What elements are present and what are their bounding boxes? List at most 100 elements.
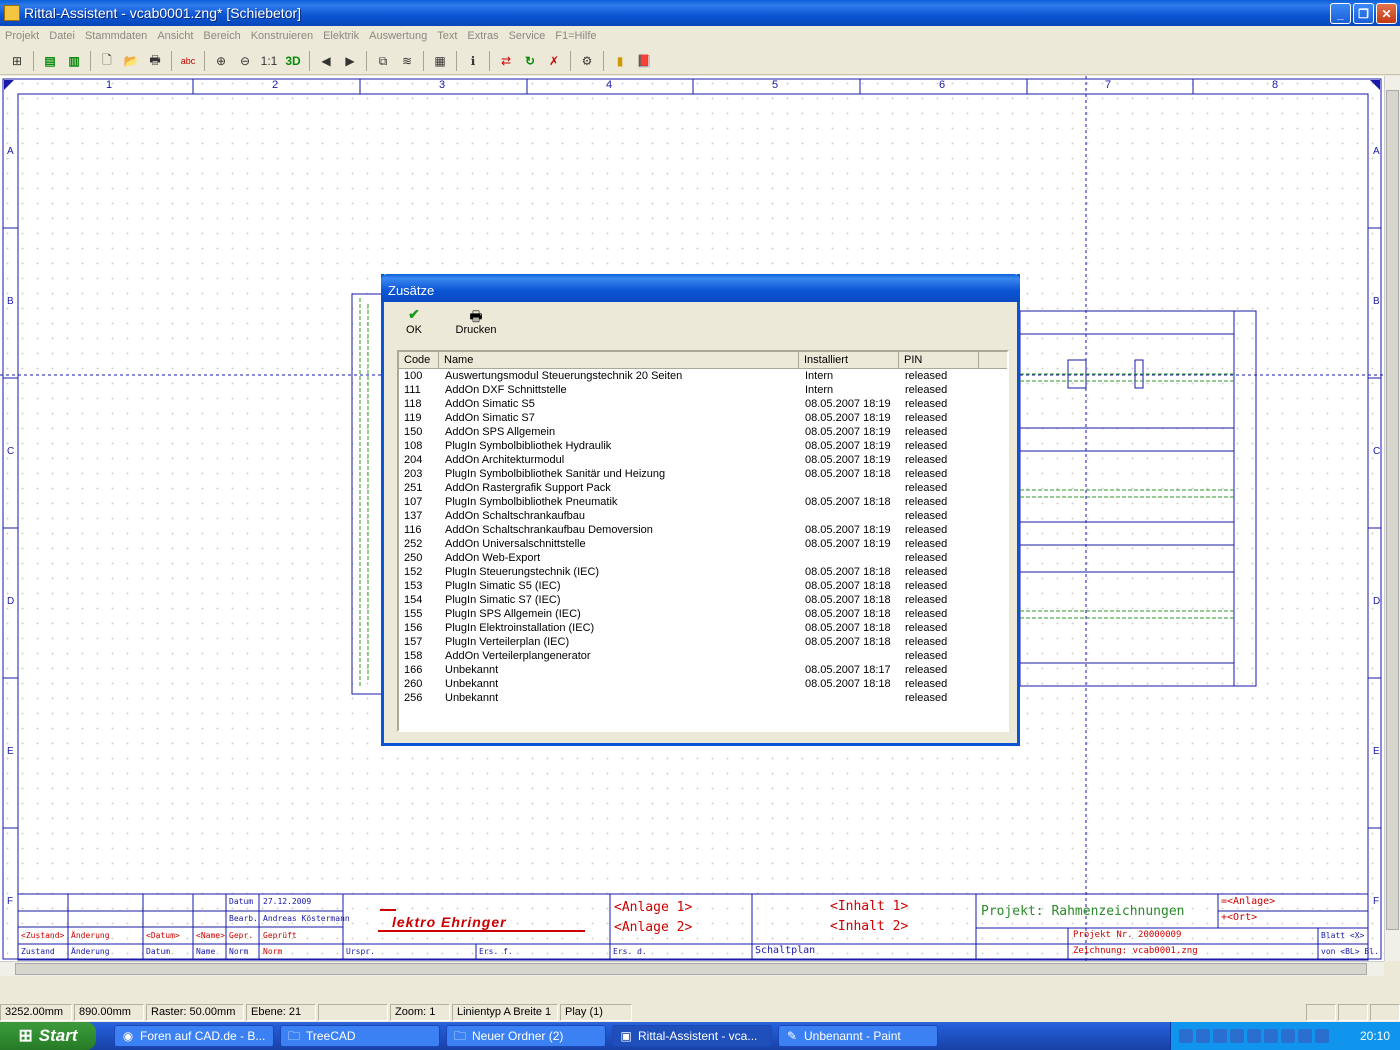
status-field: Ebene: 21	[246, 1003, 316, 1021]
list-item[interactable]: 256 Unbekannt released	[399, 691, 1007, 705]
menu-item-10[interactable]: Service	[509, 30, 546, 42]
column-header-code[interactable]: Code	[399, 352, 439, 368]
menu-item-2[interactable]: Stammdaten	[85, 30, 147, 42]
close-button[interactable]: ✕	[1376, 3, 1397, 24]
installed-cell: 08.05.2007 18:18	[805, 496, 891, 508]
layers-icon[interactable]: ≋	[396, 50, 418, 72]
info-icon[interactable]: ℹ	[462, 50, 484, 72]
menu-item-0[interactable]: Projekt	[5, 30, 39, 42]
list-item[interactable]: 203 PlugIn Symbolbibliothek Sanitär und H…	[399, 467, 1007, 481]
taskbar-item-label: Foren auf CAD.de - B...	[140, 1029, 266, 1043]
taskbar-item[interactable]: ◉ Foren auf CAD.de - B...	[114, 1025, 274, 1047]
zoom-1to1-button[interactable]: 1:1	[258, 50, 280, 72]
restore-button[interactable]: ❐	[1353, 3, 1374, 24]
list-item[interactable]: 154 PlugIn Simatic S7 (IEC) 08.05.2007 18:…	[399, 593, 1007, 607]
menu-item-9[interactable]: Extras	[467, 30, 498, 42]
menu-item-7[interactable]: Auswertung	[369, 30, 427, 42]
project-open-icon[interactable]: ▥	[63, 50, 85, 72]
list-item[interactable]: 204 AddOn Architekturmodul 08.05.2007 18:1…	[399, 453, 1007, 467]
taskbar-item[interactable]: 🗀 TreeCAD	[280, 1025, 440, 1047]
ok-button[interactable]: ✔ OK	[392, 306, 436, 342]
menu-item-4[interactable]: Bereich	[203, 30, 240, 42]
taskbar-item[interactable]: 🗀 Neuer Ordner (2)	[446, 1025, 606, 1047]
insert-icon[interactable]: ▮	[609, 50, 631, 72]
print-icon[interactable]: 🖶	[144, 50, 166, 72]
taskbar-item[interactable]: ✎ Unbenannt - Paint	[778, 1025, 938, 1047]
tray-icon[interactable]	[1179, 1029, 1193, 1043]
menu-item-5[interactable]: Konstruieren	[251, 30, 313, 42]
list-item[interactable]: 251 AddOn Rastergrafik Support Pack releas…	[399, 481, 1007, 495]
next-page-icon[interactable]: ▶	[339, 50, 361, 72]
new-file-icon[interactable]: 🗋	[96, 50, 118, 72]
installed-cell: 08.05.2007 18:18	[805, 580, 891, 592]
start-button[interactable]: ⊞ Start	[0, 1022, 96, 1050]
menu-item-11[interactable]: F1=Hilfe	[555, 30, 596, 42]
status-field: 3252.00mm	[0, 1003, 72, 1021]
list-item[interactable]: 153 PlugIn Simatic S5 (IEC) 08.05.2007 18:…	[399, 579, 1007, 593]
refresh-icon[interactable]: ↻	[519, 50, 541, 72]
list-item[interactable]: 118 AddOn Simatic S5 08.05.2007 18:19 relea…	[399, 397, 1007, 411]
prev-page-icon[interactable]: ◀	[315, 50, 337, 72]
list-item[interactable]: 156 PlugIn Elektroinstallation (IEC) 08.05…	[399, 621, 1007, 635]
list-item[interactable]: 152 PlugIn Steuerungstechnik (IEC) 08.05.2…	[399, 565, 1007, 579]
list-item[interactable]: 108 PlugIn Symbolbibliothek Hydraulik 08.0…	[399, 439, 1007, 453]
minimize-button[interactable]: _	[1330, 3, 1351, 24]
list-item[interactable]: 157 PlugIn Verteilerplan (IEC) 08.05.2007 …	[399, 635, 1007, 649]
tray-icon[interactable]	[1196, 1029, 1210, 1043]
installed-cell: 08.05.2007 18:19	[805, 440, 891, 452]
list-item[interactable]: 116 AddOn Schaltschrankaufbau Demoversion…	[399, 523, 1007, 537]
menu-item-1[interactable]: Datei	[49, 30, 75, 42]
tree-icon[interactable]: ⊞	[6, 50, 28, 72]
list-item[interactable]: 119 AddOn Simatic S7 08.05.2007 18:19 relea…	[399, 411, 1007, 425]
spell-check-icon[interactable]: abc	[177, 50, 199, 72]
list-item[interactable]: 111 AddOn DXF Schnittstelle Intern released	[399, 383, 1007, 397]
addons-list[interactable]: Code Name Installiert PIN 100 Auswertungs…	[397, 350, 1009, 732]
tray-icon[interactable]	[1230, 1029, 1244, 1043]
taskbar-item-label: Unbenannt - Paint	[804, 1029, 901, 1043]
list-item[interactable]: 155 PlugIn SPS Allgemein (IEC) 08.05.2007 …	[399, 607, 1007, 621]
list-item[interactable]: 150 AddOn SPS Allgemein 08.05.2007 18:19 re…	[399, 425, 1007, 439]
tray-icon[interactable]	[1315, 1029, 1329, 1043]
list-item[interactable]: 166 Unbekannt 08.05.2007 18:17 released	[399, 663, 1007, 677]
list-item[interactable]: 250 AddOn Web-Export released	[399, 551, 1007, 565]
print-button[interactable]: 🖶 Drucken	[454, 306, 498, 342]
menu-item-6[interactable]: Elektrik	[323, 30, 359, 42]
name-cell: AddOn Universalschnittstelle	[445, 538, 586, 550]
tray-icon[interactable]	[1213, 1029, 1227, 1043]
tray-icon[interactable]	[1298, 1029, 1312, 1043]
taskbar-item[interactable]: ▣ Rittal-Assistent - vca...	[612, 1025, 772, 1047]
tray-icon[interactable]	[1281, 1029, 1295, 1043]
list-item[interactable]: 107 PlugIn Symbolbibliothek Pneumatik 08.0…	[399, 495, 1007, 509]
horizontal-scrollbar[interactable]	[0, 961, 1384, 976]
tray-icon[interactable]	[1264, 1029, 1278, 1043]
list-item[interactable]: 100 Auswertungsmodul Steuerungstechnik 20…	[399, 369, 1007, 383]
list-item[interactable]: 137 AddOn Schaltschrankaufbau released	[399, 509, 1007, 523]
book-icon[interactable]: 📕	[633, 50, 655, 72]
zoom-in-icon[interactable]: ⊕	[210, 50, 232, 72]
copy-icon[interactable]: ⧉	[372, 50, 394, 72]
grid-row-label: B	[1373, 296, 1380, 307]
column-header-pin[interactable]: PIN	[899, 352, 979, 368]
pin-cell: released	[905, 454, 948, 466]
tray-icon[interactable]	[1247, 1029, 1261, 1043]
column-header-installed[interactable]: Installiert	[799, 352, 899, 368]
calculator-icon[interactable]: ▦	[429, 50, 451, 72]
vertical-scrollbar[interactable]	[1384, 76, 1400, 961]
title-bar: Rittal-Assistent - vcab0001.zng* [Schieb…	[0, 0, 1400, 26]
zoom-out-icon[interactable]: ⊖	[234, 50, 256, 72]
properties-icon[interactable]: ⚙	[576, 50, 598, 72]
grid-column-label: 6	[939, 79, 946, 91]
menu-item-8[interactable]: Text	[437, 30, 457, 42]
list-item[interactable]: 158 AddOn Verteilerplangenerator released	[399, 649, 1007, 663]
connect-icon[interactable]: ⇄	[495, 50, 517, 72]
menu-item-3[interactable]: Ansicht	[157, 30, 193, 42]
open-folder-icon[interactable]: 📂	[120, 50, 142, 72]
list-item[interactable]: 260 Unbekannt 08.05.2007 18:18 released	[399, 677, 1007, 691]
pin-cell: released	[905, 664, 948, 676]
project-new-icon[interactable]: ▤	[39, 50, 61, 72]
3d-button[interactable]: 3D	[282, 50, 304, 72]
column-header-name[interactable]: Name	[439, 352, 799, 368]
list-item[interactable]: 252 AddOn Universalschnittstelle 08.05.200…	[399, 537, 1007, 551]
taskbar-item-label: Rittal-Assistent - vca...	[638, 1029, 758, 1043]
remove-icon[interactable]: ✗	[543, 50, 565, 72]
